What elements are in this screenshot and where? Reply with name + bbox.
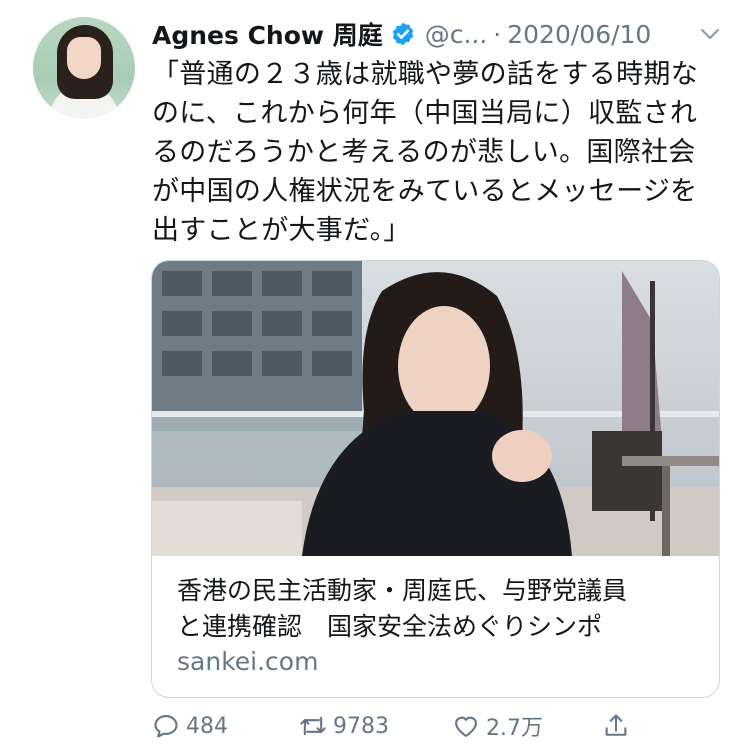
tweet-header: Agnes Chow 周庭 @c... · 2020/06/10 <box>152 14 722 54</box>
tweet-text-line: のに、これから何年（中国当局に）収監され <box>152 98 698 129</box>
tweet-date[interactable]: 2020/06/10 <box>507 20 651 49</box>
verified-badge-icon <box>392 22 413 46</box>
header-separator: · <box>493 19 502 49</box>
tweet-text-line: 出すことが大事だ。」 <box>152 215 411 246</box>
link-card[interactable]: 香港の民主活動家・周庭氏、与野党議員 と連携確認 国家安全法めぐりシンポ san… <box>151 260 720 698</box>
share-button[interactable] <box>602 706 636 746</box>
card-image <box>152 261 719 556</box>
tweet-text-line: 「普通の２３歳は就職や夢の話をする時期な <box>152 59 698 90</box>
reply-button[interactable]: 484 <box>152 706 228 746</box>
heart-icon <box>455 716 477 737</box>
tweet-text-line: るのだろうかと考えるのが悲しい。国際社会 <box>152 137 696 168</box>
author-handle[interactable]: @c... <box>425 20 488 49</box>
chevron-down-icon[interactable] <box>698 22 722 46</box>
tweet-actions: 484 9783 2.7万 <box>152 706 722 746</box>
retweet-button[interactable]: 9783 <box>299 706 389 746</box>
reply-icon <box>154 715 178 738</box>
tweet-text: 「普通の２３歳は就職や夢の話をする時期な のに、これから何年（中国当局に）収監さ… <box>152 55 724 250</box>
avatar[interactable] <box>33 17 135 119</box>
like-count: 2.7万 <box>486 716 543 741</box>
share-icon <box>605 714 627 736</box>
avatar-face <box>67 37 101 79</box>
tweet-text-line: が中国の人権状況をみているとメッセージを <box>152 176 698 207</box>
card-domain: sankei.com <box>177 647 319 676</box>
card-title-line: 香港の民主活動家・周庭氏、与野党議員 <box>177 576 628 605</box>
card-title-line: と連携確認 国家安全法めぐりシンポ <box>177 612 603 641</box>
card-title: 香港の民主活動家・周庭氏、与野党議員 と連携確認 国家安全法めぐりシンポ <box>177 573 697 645</box>
retweet-icon <box>300 716 326 736</box>
retweet-count: 9783 <box>333 713 389 739</box>
like-button[interactable]: 2.7万 <box>452 706 543 746</box>
reply-count: 484 <box>186 713 228 739</box>
author-name[interactable]: Agnes Chow 周庭 <box>152 16 383 52</box>
